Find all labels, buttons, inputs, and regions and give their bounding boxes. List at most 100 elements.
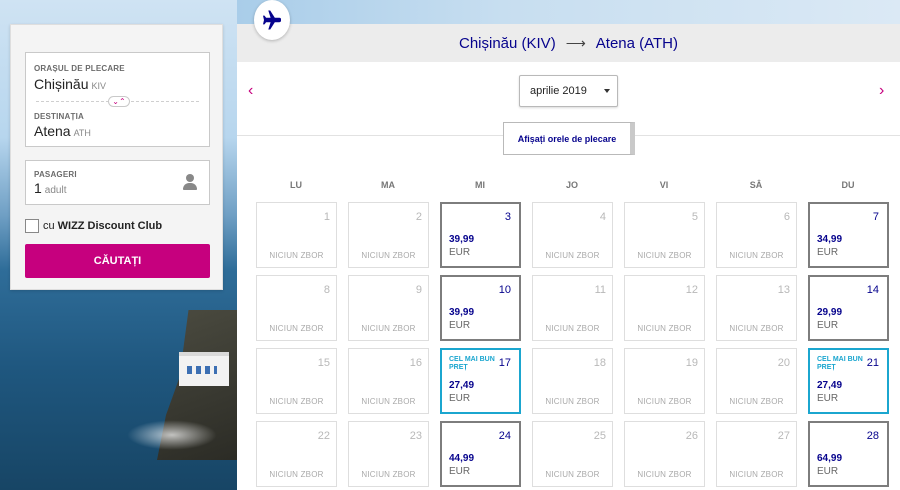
calendar-day-unavailable: 6 NICIUN ZBOR: [716, 202, 797, 268]
day-number: 22: [317, 430, 330, 442]
calendar-day-unavailable: 4 NICIUN ZBOR: [532, 202, 613, 268]
day-number: 15: [317, 357, 330, 369]
calendar-day-available[interactable]: 21 CEL MAI BUN PREȚ 27,49 EUR: [808, 348, 889, 414]
day-number: 20: [777, 357, 790, 369]
passengers-field[interactable]: PASAGERI 1 adult: [25, 160, 210, 205]
day-number: 26: [685, 430, 698, 442]
calendar-day-unavailable: 15 NICIUN ZBOR: [256, 348, 337, 414]
day-number: 12: [685, 284, 698, 296]
search-button[interactable]: CĂUTAȚI: [25, 244, 210, 278]
day-number: 11: [594, 284, 606, 296]
passengers-label: PASAGERI: [34, 170, 77, 179]
day-number: 25: [593, 430, 606, 442]
plane-icon-glyph: [263, 10, 281, 30]
weekday-label: VI: [659, 180, 669, 190]
day-currency: EUR: [449, 320, 471, 331]
day-price: 44,99: [449, 453, 475, 464]
calendar-day-unavailable: 27 NICIUN ZBOR: [716, 421, 797, 487]
no-flight-label: NICIUN ZBOR: [637, 324, 692, 333]
day-price: 64,99: [817, 453, 843, 464]
day-price: 27,49: [449, 380, 475, 391]
calendar-day-available[interactable]: 17 CEL MAI BUN PREȚ 27,49 EUR: [440, 348, 521, 414]
weekday-label: SÂ: [749, 180, 763, 190]
calendar-day-unavailable: 9 NICIUN ZBOR: [348, 275, 429, 341]
plane-icon: [254, 0, 290, 40]
day-currency: EUR: [817, 320, 839, 331]
day-number: 18: [593, 357, 606, 369]
month-select[interactable]: aprilie 2019: [519, 75, 618, 107]
no-flight-label: NICIUN ZBOR: [729, 397, 784, 406]
origin-city: Chișinău: [34, 76, 89, 92]
calendar-day-unavailable: 13 NICIUN ZBOR: [716, 275, 797, 341]
day-currency: EUR: [449, 466, 471, 477]
day-number: 9: [415, 284, 422, 296]
no-flight-label: NICIUN ZBOR: [269, 251, 324, 260]
weekday-label: DU: [841, 180, 855, 190]
calendar-day-available[interactable]: 24 44,99 EUR: [440, 421, 521, 487]
calendar-day-available[interactable]: 7 34,99 EUR: [808, 202, 889, 268]
calendar-day-unavailable: 1 NICIUN ZBOR: [256, 202, 337, 268]
day-price: 27,49: [817, 380, 843, 391]
calendar-day-unavailable: 26 NICIUN ZBOR: [624, 421, 705, 487]
day-number: 5: [691, 211, 698, 223]
discount-club-row: cu WIZZ Discount Club: [25, 218, 162, 234]
day-currency: EUR: [817, 466, 839, 477]
show-departure-times-button[interactable]: Afișați orele de plecare: [503, 122, 635, 155]
day-number: 19: [685, 357, 698, 369]
day-price: 29,99: [817, 307, 843, 318]
discount-club-checkbox[interactable]: [25, 219, 39, 233]
no-flight-label: NICIUN ZBOR: [729, 470, 784, 479]
route-destination: Atena (ATH): [595, 34, 679, 52]
day-number: 23: [409, 430, 422, 442]
destination-value: Atena ATH: [34, 123, 91, 139]
route-origin: Chișinău (KIV): [458, 34, 556, 52]
route-arrow-icon: ⟶: [565, 34, 586, 51]
destination-code: ATH: [73, 128, 91, 138]
no-flight-label: NICIUN ZBOR: [269, 324, 324, 333]
passengers-count: 1: [34, 180, 42, 196]
destination-field[interactable]: DESTINAȚIA Atena ATH: [26, 102, 209, 147]
user-icon: [183, 174, 197, 190]
passengers-value: 1 adult: [34, 180, 66, 196]
no-flight-label: NICIUN ZBOR: [361, 251, 416, 260]
calendar-day-unavailable: 8 NICIUN ZBOR: [256, 275, 337, 341]
no-flight-label: NICIUN ZBOR: [269, 397, 324, 406]
no-flight-label: NICIUN ZBOR: [545, 251, 600, 260]
no-flight-label: NICIUN ZBOR: [545, 324, 600, 333]
no-flight-label: NICIUN ZBOR: [361, 397, 416, 406]
day-number: 2: [415, 211, 422, 223]
no-flight-label: NICIUN ZBOR: [269, 470, 324, 479]
day-number: 6: [783, 211, 790, 223]
previous-month-button[interactable]: ‹: [248, 82, 253, 100]
background-house: [179, 352, 229, 386]
calendar-day-available[interactable]: 14 29,99 EUR: [808, 275, 889, 341]
no-flight-label: NICIUN ZBOR: [637, 251, 692, 260]
next-month-button[interactable]: ›: [879, 82, 884, 100]
day-number: 14: [866, 284, 879, 296]
no-flight-label: NICIUN ZBOR: [637, 470, 692, 479]
caret-down-icon: [604, 89, 610, 93]
day-number: 16: [409, 357, 422, 369]
day-price: 39,99: [449, 307, 475, 318]
calendar-day-available[interactable]: 3 39,99 EUR: [440, 202, 521, 268]
origin-code: KIV: [91, 81, 106, 91]
day-price: 34,99: [817, 234, 843, 245]
background-sky-strip: [237, 0, 900, 24]
calendar-day-available[interactable]: 10 39,99 EUR: [440, 275, 521, 341]
destination-label: DESTINAȚIA: [34, 112, 84, 121]
calendar-day-unavailable: 19 NICIUN ZBOR: [624, 348, 705, 414]
calendar-day-unavailable: 5 NICIUN ZBOR: [624, 202, 705, 268]
best-price-badge: CEL MAI BUN PREȚ: [449, 356, 495, 371]
day-number: 24: [498, 430, 511, 442]
day-currency: EUR: [817, 247, 839, 258]
origin-field[interactable]: ORAȘUL DE PLECARE Chișinău KIV: [26, 53, 209, 101]
no-flight-label: NICIUN ZBOR: [637, 397, 692, 406]
day-currency: EUR: [817, 393, 839, 404]
calendar-day-unavailable: 16 NICIUN ZBOR: [348, 348, 429, 414]
background-sea-foam: [127, 420, 217, 450]
origin-label: ORAȘUL DE PLECARE: [34, 64, 125, 73]
calendar-day-available[interactable]: 28 64,99 EUR: [808, 421, 889, 487]
discount-club-name: WIZZ Discount Club: [57, 220, 163, 232]
best-price-badge: CEL MAI BUN PREȚ: [817, 356, 863, 371]
no-flight-label: NICIUN ZBOR: [545, 470, 600, 479]
